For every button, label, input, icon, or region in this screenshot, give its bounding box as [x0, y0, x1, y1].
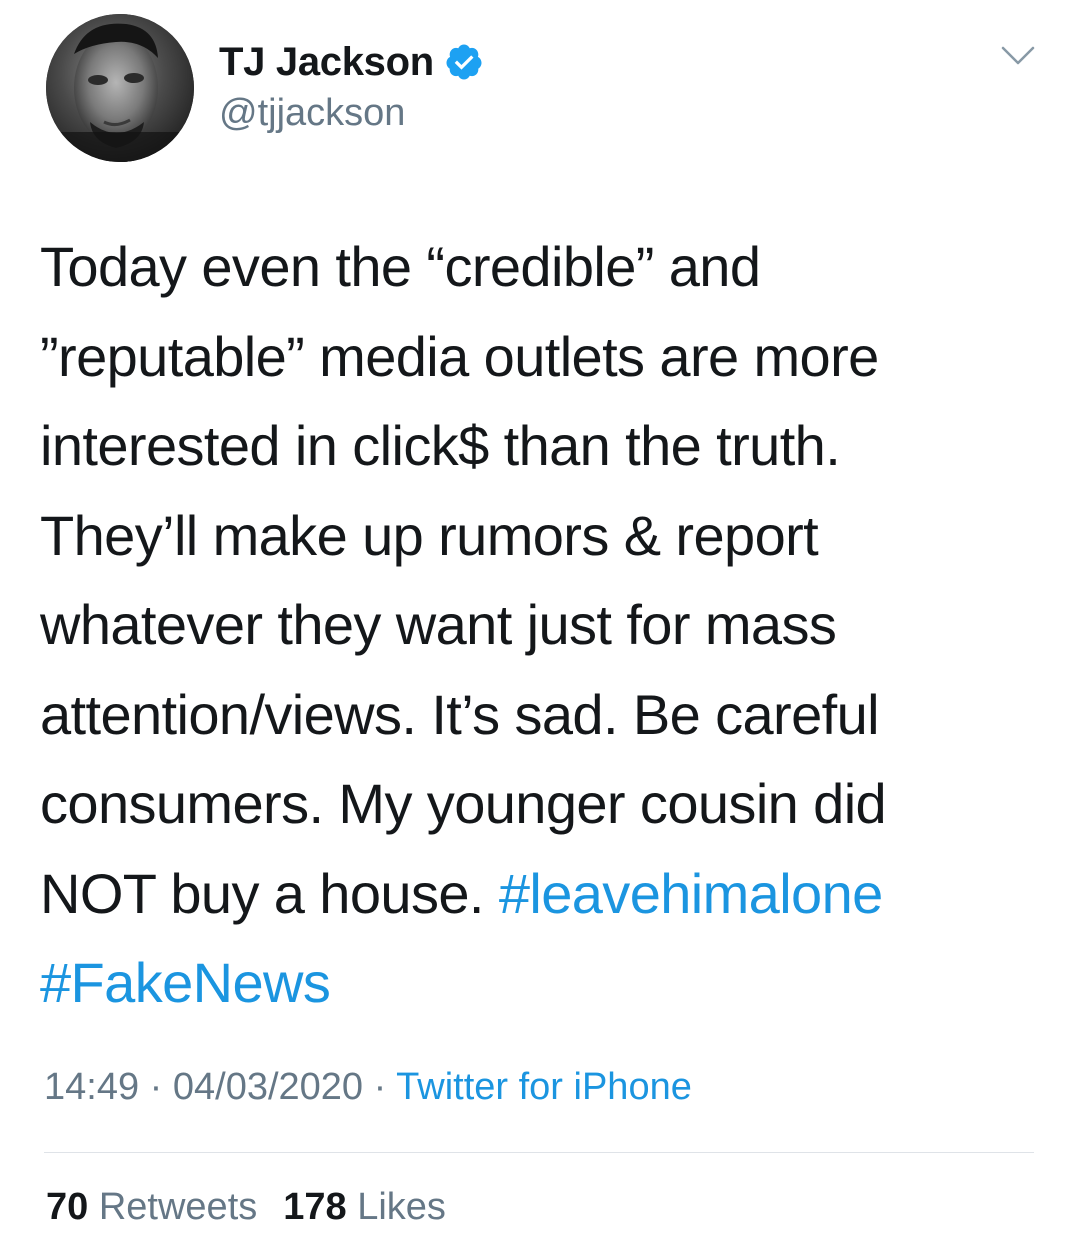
divider	[44, 1152, 1034, 1153]
tweet-text: Today even the “credible” and ”reputable…	[40, 222, 1050, 1028]
user-name-row[interactable]: TJ Jackson	[219, 38, 484, 86]
tweet-stats: 70 Retweets 178 Likes	[46, 1186, 446, 1229]
tweet-line: interested in click$ than the truth.	[40, 414, 841, 477]
tweet-line: ”reputable” media outlets are more	[40, 324, 879, 388]
tweet-line-text: NOT buy a house.	[40, 861, 499, 925]
hashtag-leavehimalone[interactable]: #leavehimalone	[499, 862, 883, 925]
chevron-down-icon[interactable]	[1000, 44, 1036, 68]
tweet-source-link[interactable]: Twitter for iPhone	[396, 1066, 692, 1108]
retweets-count: 70	[46, 1186, 89, 1228]
profile-photo	[46, 14, 194, 162]
tweet-line: Today even the “credible” and	[40, 235, 761, 298]
retweets-label: Retweets	[98, 1186, 258, 1228]
likes-count: 178	[283, 1186, 347, 1228]
tweet-line-hashtag: #FakeNews	[40, 938, 1050, 1028]
tweet-line: consumers. My younger cousin did	[40, 772, 887, 835]
tweet-line-with-hashtag: NOT buy a house. #leavehimalone	[40, 849, 1050, 939]
tweet-meta: 14:49 · 04/03/2020 · Twitter for iPhone	[44, 1066, 692, 1109]
tweet-date[interactable]: 04/03/2020	[173, 1066, 363, 1108]
verified-badge-icon	[444, 42, 484, 82]
tweet-line: attention/views. It’s sad. Be careful	[40, 682, 880, 746]
meta-separator: ·	[363, 1066, 397, 1108]
likes-stat[interactable]: 178 Likes	[283, 1186, 446, 1228]
tweet-time[interactable]: 14:49	[44, 1066, 139, 1108]
retweets-stat[interactable]: 70 Retweets	[46, 1186, 257, 1228]
meta-separator: ·	[139, 1066, 173, 1108]
tweet-line: They’ll make up rumors & report	[40, 503, 819, 567]
display-name[interactable]: TJ Jackson	[219, 40, 434, 85]
hashtag-fakenews[interactable]: #FakeNews	[40, 951, 331, 1014]
user-handle[interactable]: @tjjackson	[219, 92, 405, 135]
tweet-line: whatever they want just for mass	[40, 593, 837, 656]
avatar[interactable]	[46, 14, 194, 162]
likes-label: Likes	[357, 1186, 446, 1228]
